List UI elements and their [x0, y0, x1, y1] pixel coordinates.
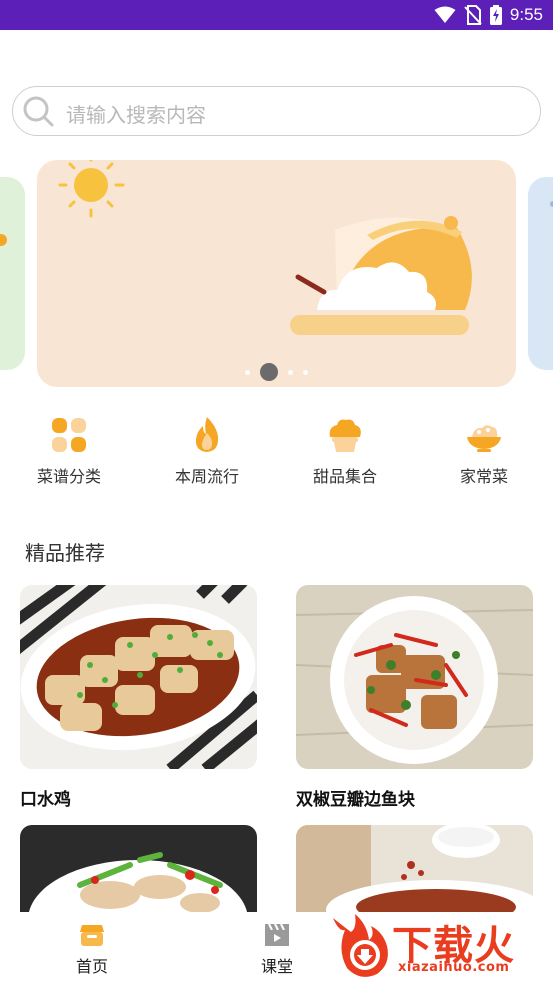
recipe-image[interactable] — [20, 825, 257, 913]
category-desserts[interactable]: 甜品集合 — [285, 415, 405, 487]
tab-home[interactable]: 首页 — [52, 922, 132, 977]
watermark-logo: 下载火 xiazaihuo.com — [325, 910, 553, 983]
video-clapper-icon — [265, 923, 289, 946]
carousel-indicator — [37, 363, 516, 381]
carousel-dot-active[interactable] — [260, 363, 278, 381]
tab-label: 课堂 — [260, 957, 293, 976]
wifi-icon — [434, 6, 456, 23]
banner-next-slide[interactable] — [528, 177, 553, 370]
recipe-name[interactable]: 口水鸡 — [20, 785, 257, 810]
tab-label: 首页 — [75, 957, 108, 976]
recipe-image[interactable] — [20, 585, 257, 769]
category-label: 甜品集合 — [312, 467, 377, 486]
carousel-dot[interactable] — [245, 369, 250, 375]
cupcake-icon — [329, 419, 361, 452]
no-sim-icon — [464, 5, 482, 25]
category-weekly-popular[interactable]: 本周流行 — [147, 415, 267, 487]
watermark-url: xiazaihuo.com — [398, 960, 510, 975]
carousel-dot[interactable] — [303, 369, 308, 375]
search-bar[interactable]: 请输入搜索内容 — [12, 86, 541, 136]
recipe-image[interactable] — [296, 825, 533, 913]
search-input[interactable]: 请输入搜索内容 — [66, 99, 206, 128]
banner-illustration — [58, 160, 472, 335]
fire-icon — [195, 417, 219, 452]
dish-bowl-icon — [467, 425, 501, 452]
category-row: 菜谱分类 本周流行 甜品集合 家常菜 — [0, 415, 553, 490]
tab-classroom[interactable]: 课堂 — [237, 922, 317, 977]
status-bar: 9:55 — [0, 0, 553, 30]
banner-carousel[interactable] — [37, 160, 516, 387]
category-label: 菜谱分类 — [36, 467, 101, 486]
grid-icon — [52, 418, 86, 452]
carousel-dot[interactable] — [288, 369, 293, 375]
recipe-card[interactable]: 口水鸡 — [20, 585, 257, 810]
category-label: 家常菜 — [459, 467, 508, 486]
status-time: 9:55 — [509, 5, 543, 24]
battery-charging-icon — [489, 5, 502, 25]
category-home-cooking[interactable]: 家常菜 — [424, 415, 544, 487]
food-cloche-icon — [290, 216, 472, 335]
recipe-image[interactable] — [296, 585, 533, 769]
recipe-card[interactable]: 双椒豆瓣边鱼块 — [296, 585, 533, 810]
home-store-icon — [80, 925, 104, 946]
category-recipe-types[interactable]: 菜谱分类 — [9, 415, 129, 487]
sun-icon — [58, 160, 125, 218]
flame-logo-icon — [333, 914, 388, 977]
section-title: 精品推荐 — [25, 541, 105, 565]
recipe-name[interactable]: 双椒豆瓣边鱼块 — [296, 785, 533, 810]
banner-prev-slide[interactable] — [0, 177, 25, 370]
category-label: 本周流行 — [174, 467, 239, 486]
search-icon[interactable] — [21, 94, 55, 128]
